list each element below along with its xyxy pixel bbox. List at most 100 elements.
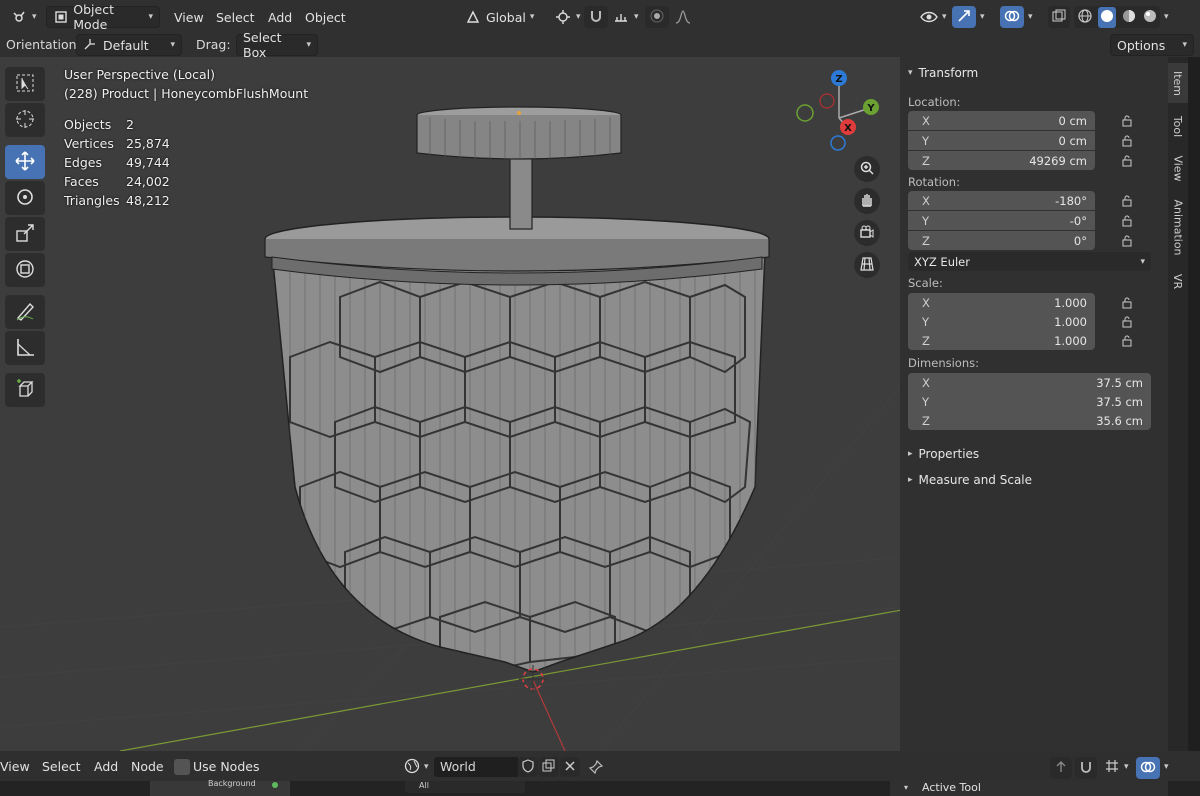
world-type-dropdown[interactable]: ▾ (398, 756, 435, 778)
menu-view[interactable]: View (168, 6, 210, 28)
scale-x-field[interactable]: X 1.000 (908, 293, 1095, 312)
orientation-dropdown[interactable]: Default ▾ (76, 34, 182, 56)
measure-tool[interactable] (5, 331, 45, 365)
world-name-field[interactable]: World (434, 757, 518, 777)
camera-view-button[interactable] (854, 220, 880, 246)
cursor-tool[interactable] (5, 103, 45, 137)
shading-dropdown[interactable]: ▾ (1158, 6, 1175, 28)
overlays-dropdown[interactable]: ▾ (1022, 6, 1039, 28)
properties-panel-header[interactable]: ▸ Properties (908, 447, 979, 461)
node-overlays-toggle[interactable] (1136, 757, 1160, 779)
mode-selector[interactable]: Object Mode ▾ (46, 2, 160, 32)
node-socket[interactable] (272, 782, 278, 788)
menu-add[interactable]: Add (262, 6, 298, 28)
pan-button[interactable] (854, 188, 880, 214)
location-z-field[interactable]: Z 49269 cm (908, 151, 1095, 170)
add-cube-tool[interactable] (5, 373, 45, 407)
scale-tool[interactable] (5, 217, 45, 251)
zoom-button[interactable] (854, 156, 880, 182)
overlays-toggle[interactable] (1000, 6, 1024, 28)
lock-icon[interactable] (1122, 297, 1136, 309)
annotate-tool[interactable] (5, 295, 45, 329)
dimensions-z-field[interactable]: Z 35.6 cm (908, 411, 1151, 430)
rotation-z-field[interactable]: Z 0° (908, 231, 1095, 250)
node-menu-select[interactable]: Select (42, 759, 81, 774)
gizmo-neg-x[interactable] (819, 93, 835, 109)
menu-object[interactable]: Object (299, 6, 352, 28)
proportional-editing-toggle[interactable] (645, 6, 669, 28)
axis-label: Y (922, 133, 930, 148)
gizmo-neg-z[interactable] (830, 135, 846, 151)
tab-animation[interactable]: Animation (1168, 191, 1188, 263)
gizmo-toggle[interactable] (952, 6, 976, 28)
lock-icon[interactable] (1122, 335, 1136, 347)
snap-target-dropdown[interactable]: ▾ (606, 6, 645, 28)
node-menu-view[interactable]: View (0, 759, 30, 774)
scale-z-field[interactable]: Z 1.000 (908, 331, 1095, 350)
gizmo-neg-y[interactable] (796, 104, 814, 122)
lock-icon[interactable] (1122, 215, 1136, 227)
wireframe-shading-icon[interactable] (1077, 8, 1093, 27)
tab-item[interactable]: Item (1168, 63, 1188, 103)
transform-panel-header[interactable]: ▾ Transform (908, 66, 978, 80)
gizmo-dropdown[interactable]: ▾ (974, 6, 991, 28)
lock-icon[interactable] (1122, 115, 1136, 127)
unlink-world-button[interactable] (560, 757, 580, 777)
node-editor-area[interactable]: Background All ▾ Active Tool (0, 779, 1200, 796)
node-snap-dropdown[interactable]: ▾ (1098, 756, 1135, 778)
lock-icon[interactable] (1122, 316, 1136, 328)
dimensions-x-field[interactable]: X 37.5 cm (908, 373, 1151, 392)
tab-label: VR (1171, 273, 1185, 289)
rotation-mode-dropdown[interactable]: XYZ Euler ▾ (908, 252, 1151, 271)
node-overlays-dropdown[interactable]: ▾ (1158, 756, 1175, 778)
transform-orientation-dropdown[interactable]: Global ▾ (458, 6, 540, 28)
move-tool[interactable] (5, 145, 45, 179)
field-value: 0° (1073, 233, 1087, 248)
options-dropdown[interactable]: Options ▾ (1110, 34, 1194, 56)
transform-tool[interactable] (5, 253, 45, 287)
rotate-icon (14, 186, 36, 211)
dimensions-y-field[interactable]: Y 37.5 cm (908, 392, 1151, 411)
drag-dropdown[interactable]: Select Box ▾ (236, 30, 318, 60)
all-filter-dropdown[interactable]: All (405, 781, 525, 793)
falloff-dropdown[interactable] (668, 6, 698, 28)
chevron-down-icon: ▾ (1124, 762, 1129, 772)
node-menu-add[interactable]: Add (94, 759, 118, 774)
xray-toggle[interactable] (1048, 6, 1070, 28)
node-menu-node[interactable]: Node (131, 759, 164, 774)
pin-icon[interactable] (588, 759, 604, 778)
tab-vr[interactable]: VR (1168, 267, 1188, 295)
visibility-dropdown[interactable]: ▾ (914, 6, 953, 28)
perspective-toggle-button[interactable] (854, 252, 880, 278)
location-x-field[interactable]: X 0 cm (908, 111, 1095, 130)
rotation-y-field[interactable]: Y -0° (908, 211, 1095, 230)
rotate-tool[interactable] (5, 181, 45, 215)
location-y-field[interactable]: Y 0 cm (908, 131, 1095, 150)
parent-node-tree-button[interactable] (1050, 757, 1072, 779)
lock-icon[interactable] (1122, 155, 1136, 167)
node-snap-toggle[interactable] (1075, 757, 1097, 779)
fake-user-button[interactable] (518, 757, 538, 777)
lock-icon[interactable] (1122, 235, 1136, 247)
menu-select[interactable]: Select (210, 6, 261, 28)
editor-type-button[interactable]: ▾ (4, 6, 43, 28)
lock-icon[interactable] (1122, 195, 1136, 207)
solid-shading-icon[interactable] (1097, 6, 1116, 28)
duplicate-world-button[interactable] (539, 757, 559, 777)
measure-panel-header[interactable]: ▸ Measure and Scale (908, 473, 1032, 487)
lock-icon[interactable] (1122, 135, 1136, 147)
cursor-icon (14, 108, 36, 133)
navigation-gizmo[interactable]: Z Y X (790, 65, 890, 155)
tab-view[interactable]: View (1168, 149, 1188, 187)
tab-tool[interactable]: Tool (1168, 107, 1188, 145)
scale-y-field[interactable]: Y 1.000 (908, 312, 1095, 331)
pivot-point-dropdown[interactable]: ▾ (548, 6, 587, 28)
rotation-x-field[interactable]: X -180° (908, 191, 1095, 210)
rendered-shading-icon[interactable] (1142, 8, 1158, 27)
use-nodes-checkbox[interactable] (174, 759, 190, 775)
snap-toggle[interactable] (584, 6, 608, 28)
background-node[interactable]: Background (150, 779, 290, 796)
material-shading-icon[interactable] (1121, 8, 1137, 27)
select-box-icon (14, 72, 36, 97)
select-box-tool[interactable] (5, 67, 45, 101)
